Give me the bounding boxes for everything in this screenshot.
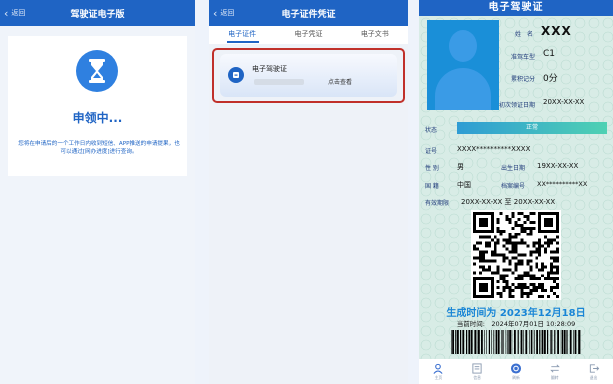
status-card: 申领中... 您将在申请后的一个工作日内收到短信、APP推送的申请提果，也可以通… [8, 36, 187, 176]
certificate-name: 电子驾驶证 [252, 65, 287, 73]
view-link[interactable]: 点击查看 [328, 77, 352, 86]
status-description: 您将在申请后的一个工作日内收到短信、APP推送的申请提果，也可以通过[网办进度]… [18, 141, 180, 155]
sex-value: 男 [457, 163, 464, 171]
tab-label: 信息 [473, 375, 481, 380]
e-license-screen: 电子驾驶证 姓 名 XXX 准驾车型 C1 累积记分 0分 初次领证日期 20X… [419, 0, 613, 384]
back-button[interactable]: ‹ 返回 [213, 0, 234, 26]
nation-label: 国 籍 [425, 183, 439, 190]
id-value: XXXX**********XXXX [457, 145, 531, 153]
name-value: XXX [541, 24, 572, 38]
license-header: 电子驾驶证 [419, 0, 613, 16]
exit-icon [589, 364, 599, 373]
nav-bar: ‹ 返回 电子证件凭证 [209, 0, 408, 26]
nation-value: 中国 [457, 181, 471, 189]
tab-exit[interactable]: 退出 [574, 359, 613, 384]
status-title: 申领中... [72, 111, 123, 125]
first-issue-label: 初次领证日期 [499, 102, 536, 109]
page-title: 驾驶证电子版 [70, 9, 125, 20]
refresh-icon [510, 363, 522, 374]
tab-info[interactable]: 信息 [458, 359, 497, 384]
flip-icon [550, 364, 560, 373]
points-label: 累积记分 [511, 76, 536, 83]
bottom-tab-bar: 主页 信息 刷新 翻转 退出 [419, 359, 613, 384]
hourglass-icon [76, 50, 118, 92]
active-tab-indicator [227, 41, 259, 43]
tab-home[interactable]: 主页 [419, 359, 458, 384]
page-title: 电子证件凭证 [281, 9, 336, 20]
valid-label: 有效期限 [425, 200, 450, 207]
back-label: 返回 [220, 9, 235, 17]
chevron-left-icon: ‹ [213, 6, 218, 20]
portrait-placeholder-icon [427, 20, 499, 110]
tab-bar: 电子证件 电子凭证 电子文书 [209, 26, 408, 44]
name-label: 姓 名 [515, 31, 534, 38]
tab-label: 退出 [589, 375, 598, 380]
class-label: 准驾车型 [511, 54, 536, 61]
id-label: 证号 [425, 148, 438, 155]
id-card-icon [228, 67, 244, 83]
document-icon [472, 363, 482, 374]
person-icon [433, 363, 443, 374]
sex-label: 性 别 [425, 165, 439, 172]
first-issue-value: 20XX-XX-XX [543, 98, 585, 106]
file-label: 档案编号 [501, 183, 526, 190]
back-label: 返回 [11, 9, 26, 17]
tab-label: 主页 [434, 375, 443, 380]
certificate-list-screen: ‹ 返回 电子证件凭证 电子证件 电子凭证 电子文书 电子驾驶证 点击查看 [209, 0, 408, 384]
highlight-frame: 电子驾驶证 点击查看 [212, 48, 405, 103]
nav-bar: ‹ 返回 驾驶证电子版 [0, 0, 195, 26]
file-value: XX**********XX [537, 180, 588, 188]
back-button[interactable]: ‹ 返回 [4, 0, 25, 26]
points-value: 0分 [543, 74, 558, 84]
qr-code [471, 210, 561, 300]
class-value: C1 [543, 49, 556, 59]
application-status-screen: ‹ 返回 驾驶证电子版 申领中... 您将在申请后的一个工作日内收到短信、APP… [0, 0, 195, 384]
tab-e-documents[interactable]: 电子文书 [342, 26, 408, 44]
status-badge: 正常 [457, 122, 607, 134]
birth-value: 19XX-XX-XX [537, 162, 579, 170]
tab-label: 翻转 [550, 375, 559, 380]
status-label: 状态 [425, 127, 438, 134]
tab-flip[interactable]: 翻转 [535, 359, 574, 384]
blurred-info [254, 79, 304, 85]
generated-time: 生成时间为 2023年12月18日 [446, 308, 586, 319]
valid-value: 20XX-XX-XX 至 20XX-XX-XX [461, 198, 556, 206]
current-time: 当前时间: 2024年07月01日 10:28:09 [456, 320, 576, 328]
tab-label: 刷新 [512, 375, 520, 380]
birth-label: 出生日期 [501, 165, 526, 172]
barcode [451, 330, 581, 354]
tab-e-vouchers[interactable]: 电子凭证 [275, 26, 341, 44]
chevron-left-icon: ‹ [4, 6, 9, 20]
driver-license-card[interactable]: 电子驾驶证 点击查看 [220, 54, 397, 97]
tab-refresh[interactable]: 刷新 [497, 359, 536, 384]
